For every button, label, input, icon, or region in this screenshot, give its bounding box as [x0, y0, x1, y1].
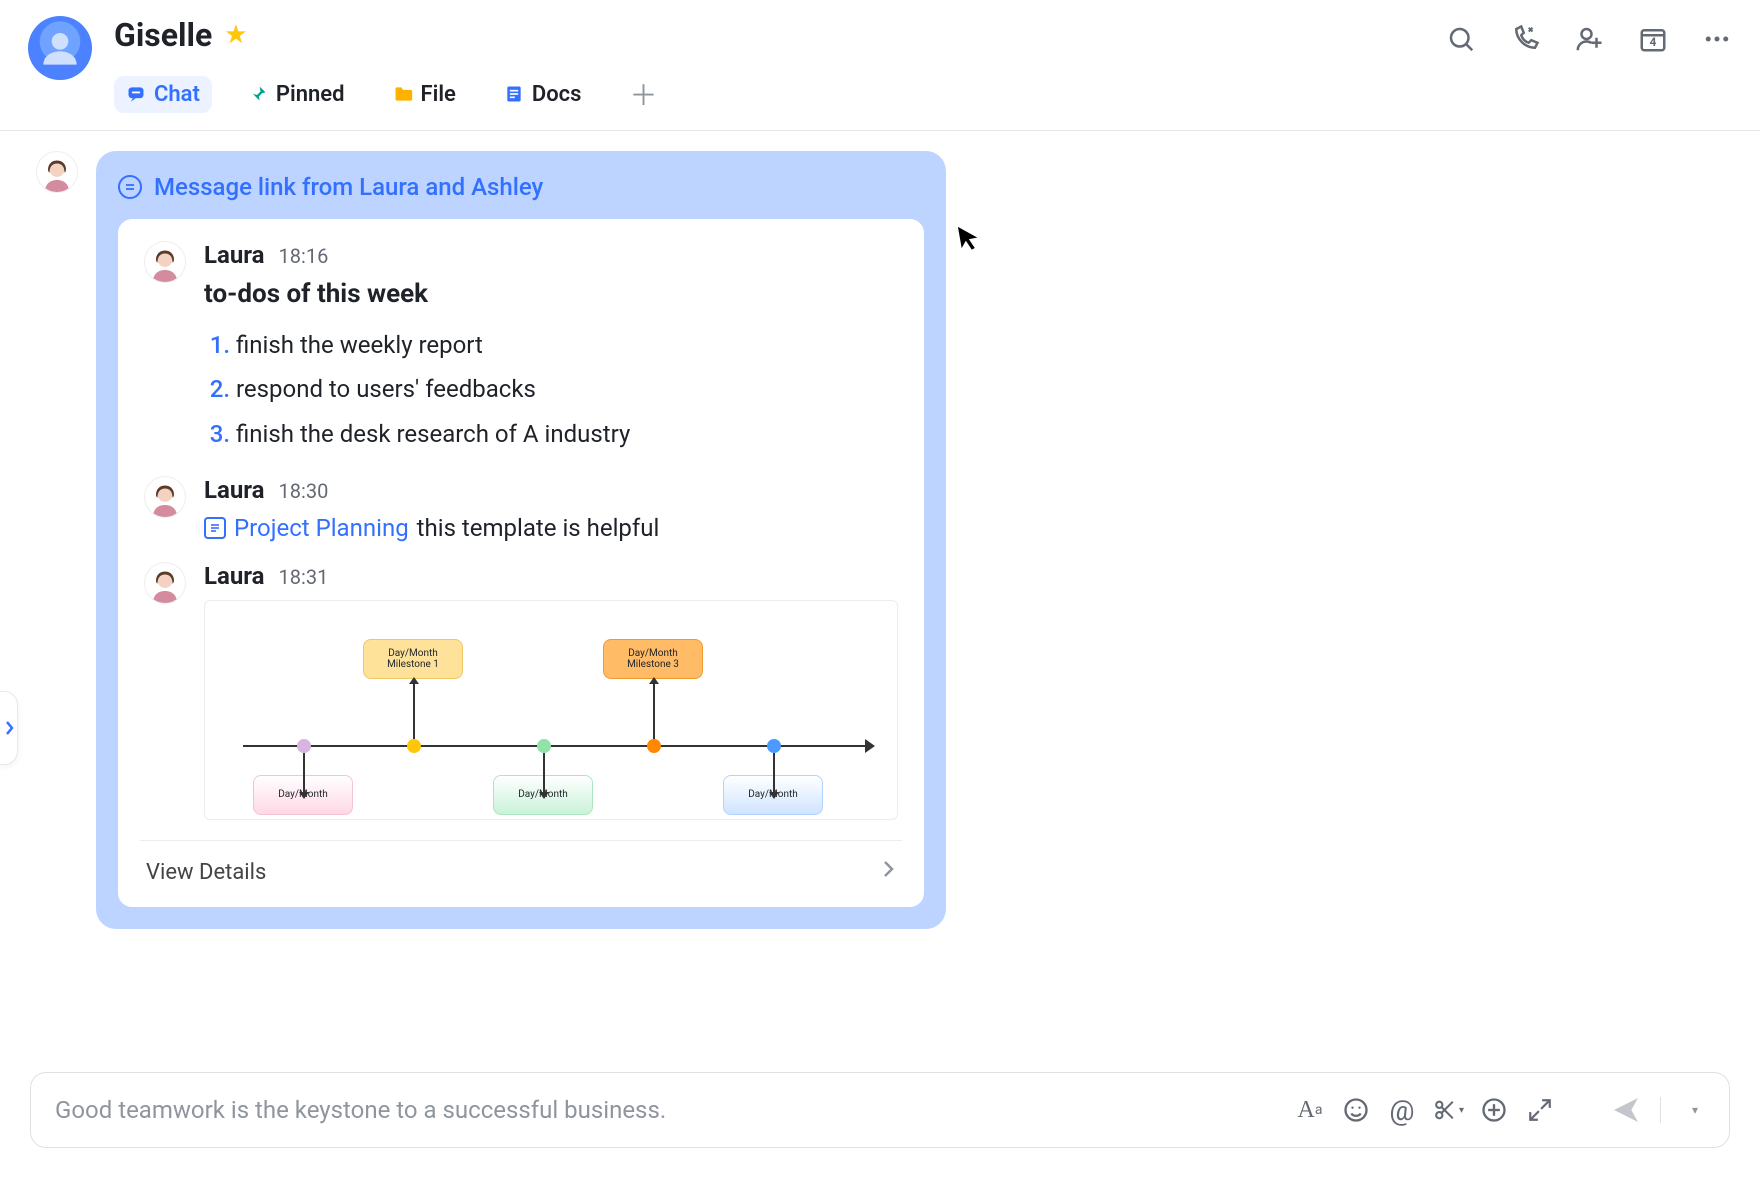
view-details-button[interactable]: View Details	[144, 855, 898, 889]
todo-item: finish the desk research of A industry	[236, 412, 898, 456]
todo-list: finish the weekly report respond to user…	[204, 323, 898, 456]
quoted-avatar	[144, 476, 186, 518]
milestone-box: Day/Month Milestone 1	[363, 639, 463, 679]
expand-icon[interactable]	[1524, 1094, 1556, 1126]
folder-icon	[393, 84, 413, 104]
message-time: 18:30	[279, 479, 329, 503]
tab-pinned-label: Pinned	[276, 82, 345, 107]
text-format-icon[interactable]: Aa	[1294, 1094, 1326, 1126]
mention-icon[interactable]: @	[1386, 1094, 1418, 1126]
chat-area: Message link from Laura and Ashley Laura…	[0, 131, 1760, 1054]
tab-bar: Chat Pinned File	[114, 68, 669, 120]
send-options-icon[interactable]: ▾	[1679, 1094, 1711, 1126]
composer-input[interactable]: Good teamwork is the keystone to a succe…	[55, 1096, 1280, 1124]
calendar-day: 4	[1650, 35, 1657, 49]
message-composer[interactable]: Good teamwork is the keystone to a succe…	[30, 1072, 1730, 1148]
timeline-diagram[interactable]: Day/Month Milestone 1 Day/Month Mileston…	[204, 600, 898, 820]
add-member-icon[interactable]	[1574, 24, 1604, 54]
header-actions: 4	[1446, 16, 1732, 54]
message-time: 18:16	[279, 244, 329, 268]
quoted-avatar	[144, 562, 186, 604]
quoted-message: Laura 18:31 Day/Month Milestone 1 Day/Mo…	[144, 562, 898, 820]
link-icon	[118, 175, 142, 199]
tab-docs-label: Docs	[532, 82, 582, 107]
scissors-icon[interactable]: ▾	[1432, 1094, 1464, 1126]
doc-name: Project Planning	[234, 514, 409, 542]
tab-chat[interactable]: Chat	[114, 76, 212, 113]
header-bar: Giselle ★ Chat Pinned	[0, 0, 1760, 131]
tab-file[interactable]: File	[381, 76, 468, 113]
quoted-message: Laura 18:16 to-dos of this week finish t…	[144, 241, 898, 456]
sender-avatar[interactable]	[36, 151, 78, 193]
todo-item: respond to users' feedbacks	[236, 367, 898, 411]
tab-pinned[interactable]: Pinned	[236, 76, 357, 113]
tab-file-label: File	[421, 82, 456, 107]
message-text: this template is helpful	[417, 514, 660, 542]
video-call-icon[interactable]	[1510, 24, 1540, 54]
emoji-icon[interactable]	[1340, 1094, 1372, 1126]
link-card-title: Message link from Laura and Ashley	[154, 173, 543, 201]
link-card-header[interactable]: Message link from Laura and Ashley	[118, 173, 924, 201]
star-icon[interactable]: ★	[224, 20, 247, 50]
doc-link[interactable]: Project Planning	[204, 514, 409, 542]
contact-avatar[interactable]	[28, 16, 92, 80]
quoted-avatar	[144, 241, 186, 283]
sidebar-expand-handle[interactable]	[0, 691, 18, 765]
todo-item: finish the weekly report	[236, 323, 898, 367]
send-button[interactable]	[1610, 1094, 1642, 1126]
tab-add[interactable]: ＋	[617, 68, 669, 120]
plus-icon: ＋	[629, 74, 657, 114]
message-subject: to-dos of this week	[204, 279, 898, 309]
calendar-icon[interactable]: 4	[1638, 24, 1668, 54]
more-icon[interactable]	[1702, 24, 1732, 54]
author-name: Laura	[204, 241, 265, 269]
docs-icon	[504, 84, 524, 104]
quoted-message: Laura 18:30 Project Planning	[144, 476, 898, 542]
author-name: Laura	[204, 476, 265, 504]
add-attachment-icon[interactable]	[1478, 1094, 1510, 1126]
pin-icon	[248, 84, 268, 104]
tab-chat-label: Chat	[154, 82, 200, 107]
divider	[140, 840, 902, 841]
search-icon[interactable]	[1446, 24, 1476, 54]
milestone-box: Day/Month Milestone 3	[603, 639, 703, 679]
message-row: Message link from Laura and Ashley Laura…	[36, 151, 1720, 929]
message-link-card: Message link from Laura and Ashley Laura…	[96, 151, 946, 929]
author-name: Laura	[204, 562, 265, 590]
quoted-messages: Laura 18:16 to-dos of this week finish t…	[118, 219, 924, 907]
message-time: 18:31	[279, 565, 329, 589]
contact-name[interactable]: Giselle	[114, 16, 212, 54]
chevron-right-icon	[880, 857, 896, 887]
view-details-label: View Details	[146, 860, 266, 885]
chat-icon	[126, 84, 146, 104]
document-icon	[204, 517, 226, 539]
tab-docs[interactable]: Docs	[492, 76, 594, 113]
